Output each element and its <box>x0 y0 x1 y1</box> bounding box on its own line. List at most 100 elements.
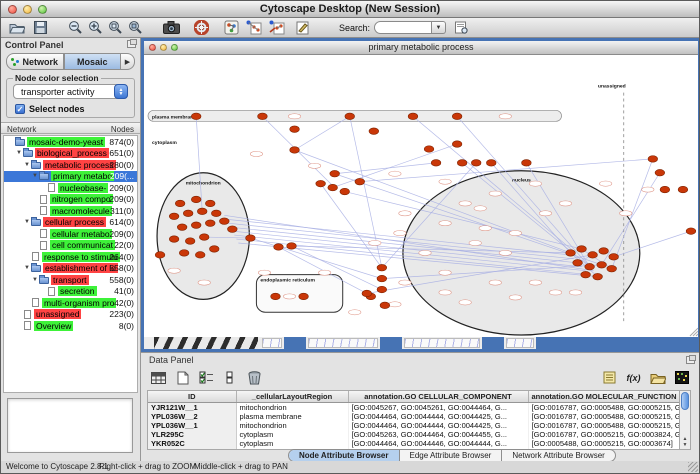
network-tree-item[interactable]: ▼primary metabo209(... <box>4 171 137 183</box>
network-tree-item[interactable]: nitrogen compo209(0) <box>4 194 137 206</box>
network-node[interactable] <box>169 236 179 243</box>
table-row[interactable]: YKR052Ccytoplasm[GO:0044464, GO:0044446,… <box>148 439 680 448</box>
network-node[interactable] <box>577 246 587 253</box>
resize-grip[interactable] <box>688 462 698 472</box>
network-tree-item[interactable]: Overview8(0) <box>4 320 137 332</box>
network-node[interactable] <box>177 224 187 231</box>
disclosure-triangle-icon[interactable]: ▼ <box>23 162 31 168</box>
table-cell[interactable]: [GO:0005488, GO:0005215, GO:0003674] <box>528 439 680 448</box>
network-node[interactable] <box>486 160 496 167</box>
network-node[interactable] <box>274 244 284 251</box>
table-column-header[interactable]: ID <box>148 391 236 402</box>
network-node[interactable] <box>209 246 219 253</box>
import-attributes-icon[interactable] <box>600 369 619 386</box>
table-row[interactable]: YPL036W__1mitochondrion[GO:0044464, GO:0… <box>148 421 680 430</box>
table-column-header[interactable]: annotation.GO CELLULAR_COMPONENT <box>348 391 528 402</box>
network-node[interactable] <box>660 186 670 193</box>
table-cell[interactable]: [GO:0045263, GO:0044464, GO:0044455, G..… <box>348 430 528 439</box>
table-column-header[interactable]: annotation.GO MOLECULAR_FUNCTION <box>528 391 680 402</box>
table-scrollbar[interactable]: ▲ ▼ <box>679 390 691 450</box>
network-node[interactable] <box>299 293 309 300</box>
tab-mosaic[interactable]: Mosaic <box>64 53 122 70</box>
tab-edge-attribute-browser[interactable]: Edge Attribute Browser <box>400 450 503 461</box>
network-tree-item[interactable]: ▼metabolic process280(0) <box>4 159 137 171</box>
table-row[interactable]: YLR295Ccytoplasm[GO:0045263, GO:0044464,… <box>148 430 680 439</box>
network-node[interactable] <box>380 302 390 309</box>
table-cell[interactable]: YDR039C__1 <box>148 448 236 451</box>
tab-network-attribute-browser[interactable]: Network Attribute Browser <box>502 450 614 461</box>
table-cell[interactable]: [GO:0044464, GO:0044446, GO:0044444, G..… <box>348 439 528 448</box>
network-node[interactable] <box>175 200 185 207</box>
network-node[interactable] <box>588 252 598 259</box>
view-settings-icon[interactable] <box>221 19 241 37</box>
disclosure-triangle-icon[interactable]: ▼ <box>23 219 31 225</box>
disclosure-triangle-icon[interactable]: ▼ <box>15 150 23 156</box>
network-node[interactable] <box>169 213 179 220</box>
network-node[interactable] <box>522 160 532 167</box>
table-cell[interactable]: [GO:0016787, GO:0005215, GO:0003824, G..… <box>528 430 680 439</box>
create-network-view-icon[interactable] <box>244 19 264 37</box>
network-node[interactable] <box>191 113 201 120</box>
select-all-attributes-icon[interactable] <box>197 369 216 386</box>
network-node[interactable] <box>452 141 462 148</box>
network-node[interactable] <box>648 156 658 163</box>
network-node[interactable] <box>199 234 209 241</box>
network-node[interactable] <box>271 293 281 300</box>
table-cell[interactable]: cytoplasm <box>236 430 348 439</box>
help-lifering-icon[interactable] <box>191 19 211 37</box>
network-node[interactable] <box>452 113 462 120</box>
network-node[interactable] <box>377 275 387 282</box>
destroy-network-view-icon[interactable] <box>267 19 287 37</box>
table-row[interactable]: YJR121W__1mitochondrion[GO:0045267, GO:0… <box>148 402 680 412</box>
function-builder-icon[interactable]: f(x) <box>624 369 643 386</box>
network-view-titlebar[interactable]: primary metabolic process <box>144 41 698 55</box>
network-node[interactable] <box>431 160 441 167</box>
select-nodes-checkbox[interactable]: ✓ <box>15 104 25 114</box>
network-tree-item[interactable]: response to stimulu264(0) <box>4 251 137 263</box>
network-node[interactable] <box>195 252 205 259</box>
disclosure-triangle-icon[interactable]: ▼ <box>31 173 39 179</box>
network-tree-item[interactable]: cell communicat22(0) <box>4 240 137 252</box>
network-node[interactable] <box>573 260 583 267</box>
network-node[interactable] <box>457 160 467 167</box>
disclosure-triangle-icon[interactable]: ▼ <box>23 265 31 271</box>
network-node[interactable] <box>197 208 207 215</box>
network-tree-item[interactable]: ▼biological_process651(0) <box>4 148 137 160</box>
network-node[interactable] <box>205 200 215 207</box>
network-node[interactable] <box>328 184 338 191</box>
network-node[interactable] <box>686 228 696 235</box>
select-attributes-icon[interactable] <box>149 369 168 386</box>
birdseye-view[interactable] <box>7 398 133 453</box>
network-node[interactable] <box>191 222 201 229</box>
network-node[interactable] <box>408 113 418 120</box>
table-cell[interactable]: [GO:0044464, GO:0044444, GO:0044425, G..… <box>348 412 528 421</box>
network-node[interactable] <box>345 113 355 120</box>
network-node[interactable] <box>258 113 268 120</box>
network-node[interactable] <box>179 250 189 257</box>
unselect-all-attributes-icon[interactable] <box>221 369 240 386</box>
network-node[interactable] <box>183 210 193 217</box>
network-node[interactable] <box>316 180 326 187</box>
table-cell[interactable]: plasma membrane <box>236 412 348 421</box>
network-tree-item[interactable]: nucleobase-209(0) <box>4 182 137 194</box>
delete-attribute-icon[interactable] <box>245 369 264 386</box>
float-panel-icon[interactable] <box>127 40 136 48</box>
scroll-down-arrow[interactable]: ▼ <box>680 442 690 448</box>
network-edge[interactable] <box>335 163 436 174</box>
network-node[interactable] <box>655 169 665 176</box>
table-cell[interactable]: cytoplasm <box>236 439 348 448</box>
network-node[interactable] <box>585 263 595 270</box>
search-input[interactable] <box>374 21 432 34</box>
open-file-icon[interactable] <box>7 19 27 37</box>
network-node[interactable] <box>290 147 300 154</box>
network-node[interactable] <box>228 226 238 233</box>
table-cell[interactable]: [GO:0016787, GO:0005488, GO:0005215, G..… <box>528 412 680 421</box>
node-color-select[interactable]: transporter activity ▲▼ <box>13 84 128 99</box>
table-cell[interactable]: mitochondrion <box>236 421 348 430</box>
network-tree-item[interactable]: ▼establishment of lo558(0) <box>4 263 137 275</box>
table-cell[interactable]: [GO:0045267, GO:0045261, GO:0044464, G..… <box>348 402 528 412</box>
network-tree-item[interactable]: macromolecule311(0) <box>4 205 137 217</box>
table-cell[interactable]: YJR121W__1 <box>148 402 236 412</box>
network-node[interactable] <box>607 265 617 272</box>
table-cell[interactable]: YPL036W__1 <box>148 421 236 430</box>
